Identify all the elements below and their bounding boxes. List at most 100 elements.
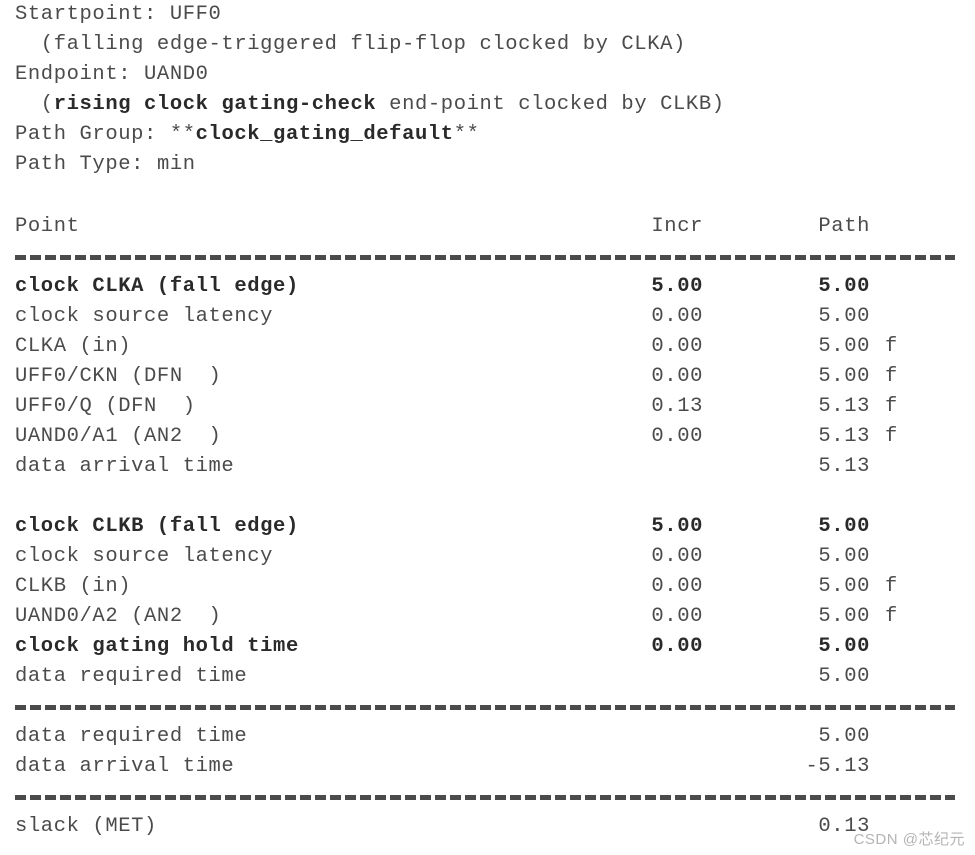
row-point-label: data required time (15, 665, 248, 688)
row-edge-flag: f (885, 335, 898, 358)
row-incr-value: 0.00 (651, 335, 703, 358)
separator-bottom (0, 782, 975, 812)
table-row: data required time 5.00 (0, 662, 975, 692)
row-incr-value: 5.00 (651, 275, 703, 298)
column-header-path: Path (818, 215, 870, 238)
row-point-label: UAND0/A2 (AN2 ) (15, 605, 222, 628)
row-edge-flag: f (885, 365, 898, 388)
timing-rows: clock CLKA (fall edge) 5.00 5.00 clock sour… (0, 272, 975, 692)
summary-row: data required time 5.00 (0, 722, 975, 752)
row-path-value: 5.00 (818, 725, 870, 748)
row-incr-value: 0.00 (651, 575, 703, 598)
row-point-label: CLKB (in) (15, 575, 132, 598)
row-incr-value: 5.00 (651, 515, 703, 538)
endpoint-label: Endpoint: (15, 63, 145, 86)
row-incr-value: 0.00 (651, 305, 703, 328)
row-point-label: data required time (15, 725, 248, 748)
row-path-value: 5.13 (818, 395, 870, 418)
row-incr-value: 0.00 (651, 365, 703, 388)
table-row: UFF0/CKN (DFN ) 0.00 5.00 f (0, 362, 975, 392)
endpoint-detail-prefix: ( (15, 93, 54, 116)
row-point-label: clock CLKB (fall edge) (15, 515, 299, 538)
path-group-line: Path Group: **clock_gating_default** (0, 120, 975, 150)
row-edge-flag: f (885, 575, 898, 598)
table-row: clock gating hold time 0.00 5.00 (0, 632, 975, 662)
table-row: CLKB (in) 0.00 5.00 f (0, 572, 975, 602)
endpoint-value: UAND0 (144, 63, 209, 86)
blank-row (0, 482, 975, 512)
row-point-label: data arrival time (15, 455, 235, 478)
row-path-value: 5.00 (818, 305, 870, 328)
column-header-point: Point (15, 215, 80, 238)
watermark: CSDN @芯纪元 (853, 831, 965, 848)
path-type-value: min (156, 153, 196, 176)
row-path-value: 5.13 (818, 425, 870, 448)
row-incr-value: 0.00 (651, 605, 703, 628)
table-row: UAND0/A1 (AN2 ) 0.00 5.13 f (0, 422, 975, 452)
path-type-line: Path Type: min (0, 150, 975, 180)
row-path-value: 5.00 (818, 335, 870, 358)
startpoint-line: Startpoint: UFF0 (0, 0, 975, 30)
row-point-label: UFF0/Q (DFN ) (15, 395, 196, 418)
row-point-label: data arrival time (15, 755, 235, 778)
table-row: CLKA (in) 0.00 5.00 f (0, 332, 975, 362)
summary-row: data arrival time -5.13 (0, 752, 975, 782)
path-group-value: clock_gating_default (195, 123, 454, 146)
table-row: UFF0/Q (DFN ) 0.13 5.13 f (0, 392, 975, 422)
separator-middle (0, 692, 975, 722)
column-header-incr: Incr (651, 215, 703, 238)
timing-report: Startpoint: UFF0 (falling edge-triggered… (0, 0, 975, 855)
header-table-gap (0, 180, 975, 212)
endpoint-detail-line: (rising clock gating-check end-point clo… (0, 90, 975, 120)
row-point-label: UAND0/A1 (AN2 ) (15, 425, 222, 448)
row-edge-flag: f (885, 605, 898, 628)
row-path-value: -5.13 (805, 755, 870, 778)
row-point-label: UFF0/CKN (DFN ) (15, 365, 222, 388)
row-path-value: 5.00 (818, 275, 870, 298)
row-path-value: 5.00 (818, 515, 870, 538)
startpoint-label: Startpoint: (15, 3, 170, 26)
row-edge-flag: f (885, 425, 898, 448)
slack-row-container: slack (MET) 0.13 (0, 812, 975, 842)
path-group-label: Path Group: (15, 123, 170, 146)
row-point-label: clock source latency (15, 305, 274, 328)
table-row: clock source latency 0.00 5.00 (0, 542, 975, 572)
row-path-value: 5.00 (818, 365, 870, 388)
row-point-label: clock gating hold time (15, 635, 299, 658)
path-group-marker-close: ** (453, 123, 480, 146)
table-column-header-row: Point Incr Path (0, 212, 975, 242)
row-point-label: clock source latency (15, 545, 274, 568)
row-path-value: 5.00 (818, 575, 870, 598)
startpoint-detail-line: (falling edge-triggered flip-flop clocke… (15, 33, 686, 56)
startpoint-value: UFF0 (169, 3, 222, 26)
path-group-marker-open: ** (169, 123, 196, 146)
row-point-label: clock CLKA (fall edge) (15, 275, 299, 298)
table-row: clock CLKB (fall edge) 5.00 5.00 (0, 512, 975, 542)
row-incr-value: 0.00 (651, 635, 703, 658)
table-row: clock source latency 0.00 5.00 (0, 302, 975, 332)
row-edge-flag: f (885, 395, 898, 418)
row-incr-value: 0.13 (651, 395, 703, 418)
row-path-value: 5.00 (818, 545, 870, 568)
dashed-rule (15, 255, 955, 260)
row-point-label: CLKA (in) (15, 335, 132, 358)
endpoint-check-type: rising clock gating-check (53, 93, 377, 116)
endpoint-detail-suffix: end-point clocked by CLKB) (376, 93, 725, 116)
table-row: data arrival time 5.13 (0, 452, 975, 482)
row-path-value: 5.00 (818, 665, 870, 688)
row-path-value: 5.00 (818, 605, 870, 628)
table-row: UAND0/A2 (AN2 ) 0.00 5.00 f (0, 602, 975, 632)
row-path-value: 5.13 (818, 455, 870, 478)
summary-rows: data required time 5.00 data arrival time -… (0, 722, 975, 782)
row-point-label: slack (MET) (15, 815, 157, 838)
separator-top (0, 242, 975, 272)
row-incr-value: 0.00 (651, 545, 703, 568)
slack-row: slack (MET) 0.13 (0, 812, 975, 842)
path-type-label: Path Type: (15, 153, 157, 176)
dashed-rule (15, 795, 955, 800)
row-incr-value: 0.00 (651, 425, 703, 448)
table-row: clock CLKA (fall edge) 5.00 5.00 (0, 272, 975, 302)
row-path-value: 5.00 (818, 635, 870, 658)
dashed-rule (15, 705, 955, 710)
endpoint-line: Endpoint: UAND0 (0, 60, 975, 90)
